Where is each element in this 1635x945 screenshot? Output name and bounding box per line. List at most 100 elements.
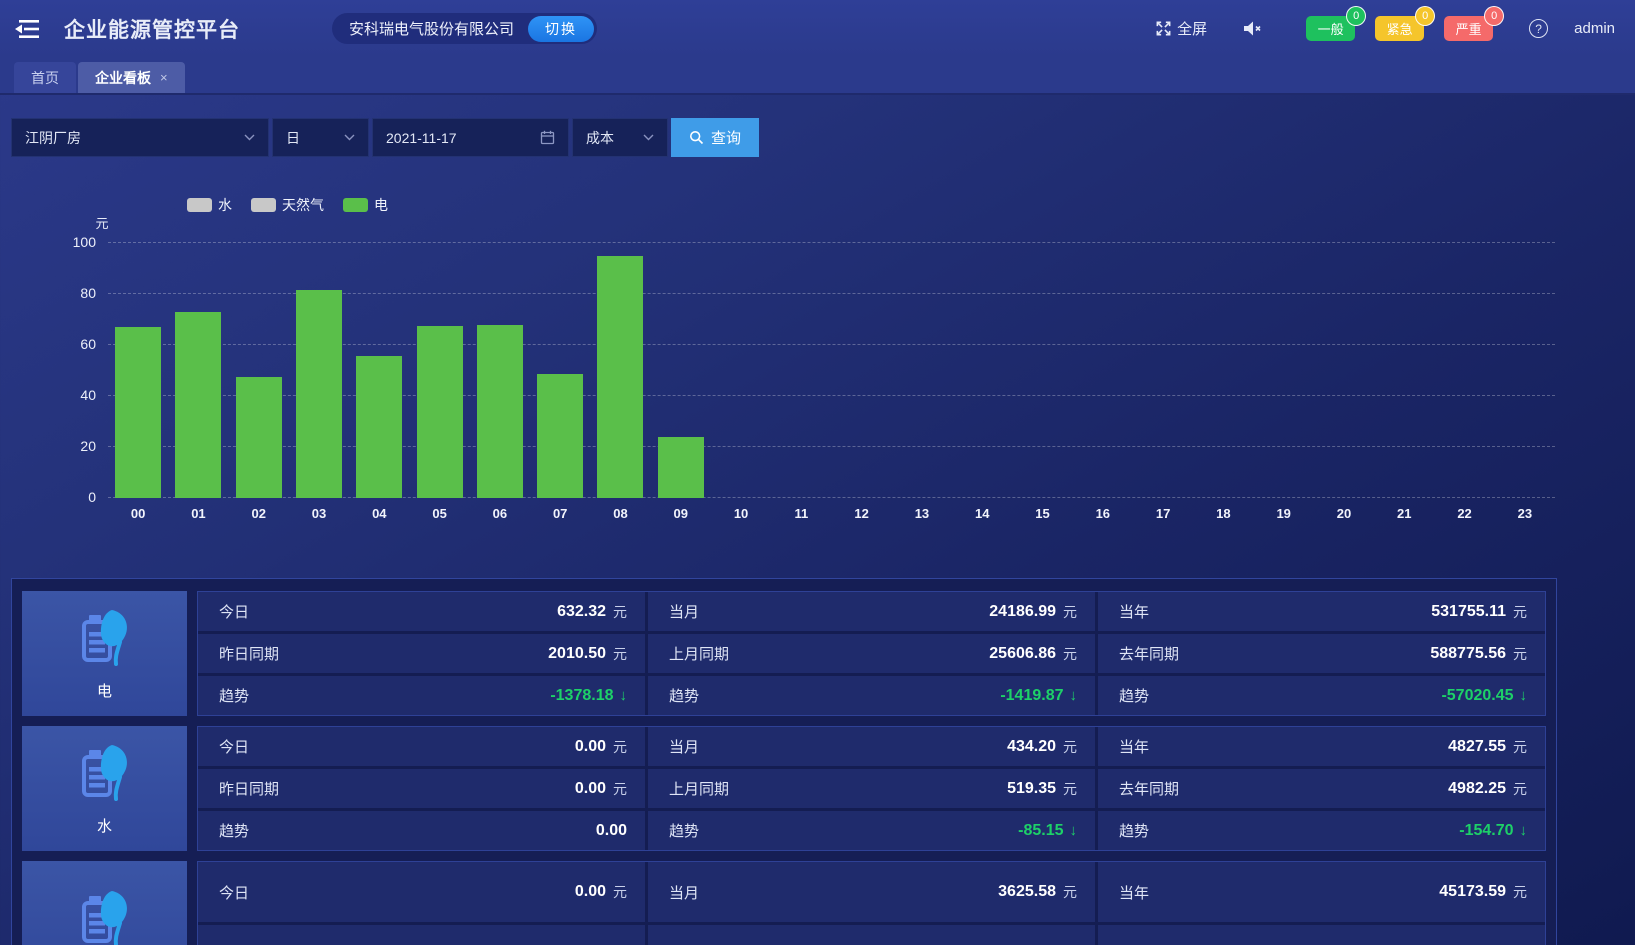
energy-stats-table: 今日0.00元当月3625.58元当年45173.59元: [197, 861, 1546, 945]
tab-home[interactable]: 首页: [14, 62, 76, 93]
bar-hour-08: [597, 256, 643, 498]
bar-hour-02: [236, 377, 282, 498]
stats-cell: 当月24186.99元: [648, 592, 1095, 631]
x-tick-label: 08: [590, 506, 650, 524]
legend-swatch-icon: [187, 198, 212, 212]
x-tick-label: 03: [289, 506, 349, 524]
stat-value: -1378.18: [550, 687, 613, 705]
legend-item-水[interactable]: 水: [187, 195, 232, 215]
stats-cell: 趋势-1378.18↓: [198, 676, 645, 715]
stats-cell: 趋势-85.15↓: [648, 811, 1095, 850]
stat-value: 25606.86: [989, 645, 1056, 663]
x-tick-label: 11: [771, 506, 831, 524]
stat-unit: 元: [613, 644, 627, 664]
help-icon[interactable]: ?: [1529, 19, 1548, 38]
energy-summary-panel: 电今日632.32元昨日同期2010.50元趋势-1378.18↓当月24186…: [11, 578, 1557, 945]
stats-cell: 昨日同期2010.50元: [198, 634, 645, 673]
stat-label: 趋势: [669, 820, 699, 841]
stats-column: 当月 3625.58 元: [648, 862, 1095, 945]
legend-item-电[interactable]: 电: [343, 195, 388, 215]
user-menu[interactable]: admin: [1574, 20, 1615, 37]
company-switcher: 安科瑞电气股份有限公司 切换: [332, 13, 597, 44]
bar-hour-05: [417, 326, 463, 498]
sidebar-collapse-icon[interactable]: [14, 17, 42, 41]
chevron-down-icon: [631, 134, 654, 141]
metric-select[interactable]: 成本: [572, 118, 668, 157]
legend-item-天然气[interactable]: 天然气: [251, 195, 324, 215]
period-select-value: 日: [286, 128, 300, 148]
stat-value: 3625.58: [998, 883, 1056, 901]
stat-unit: 元: [1063, 779, 1077, 799]
stat-label: 趋势: [219, 685, 249, 706]
y-tick-label: 60: [56, 336, 96, 352]
tab-close-icon[interactable]: ×: [160, 70, 168, 85]
header-right: 全屏 一般 0 紧急 0 严重 0 ? admin: [1155, 16, 1615, 41]
tab-enterprise-board[interactable]: 企业看板 ×: [78, 62, 185, 93]
stat-value: 519.35: [1007, 780, 1056, 798]
mute-button[interactable]: [1243, 20, 1262, 37]
stat-label: 当年: [1119, 736, 1149, 757]
stat-label: 昨日同期: [219, 643, 279, 664]
stat-label: 趋势: [669, 685, 699, 706]
stat-unit: 元: [1513, 602, 1527, 622]
tab-label: 企业看板: [95, 68, 151, 88]
stat-value: 434.20: [1007, 738, 1056, 756]
stat-unit: 元: [613, 737, 627, 757]
trend-down-arrow-icon: ↓: [1520, 687, 1528, 704]
y-tick-label: 100: [56, 234, 96, 250]
x-tick-label: 16: [1073, 506, 1133, 524]
alarm-pill-general[interactable]: 一般 0: [1306, 16, 1355, 41]
x-tick-label: 05: [409, 506, 469, 524]
x-tick-label: 14: [952, 506, 1012, 524]
fullscreen-icon: [1155, 20, 1172, 37]
alarm-count-badge: 0: [1484, 6, 1504, 26]
stat-label: 当年: [1119, 882, 1149, 903]
legend-label: 电: [374, 195, 388, 215]
stat-unit: 元: [1513, 882, 1527, 902]
x-tick-label: 17: [1133, 506, 1193, 524]
x-tick-label: 02: [229, 506, 289, 524]
stat-label: 趋势: [1119, 685, 1149, 706]
stats-cell: 上月同期519.35元: [648, 769, 1095, 808]
stat-value: 24186.99: [989, 603, 1056, 621]
switch-company-button[interactable]: 切换: [528, 16, 594, 42]
query-button[interactable]: 查询: [671, 118, 759, 157]
site-select[interactable]: 江阴厂房: [11, 118, 269, 157]
battery-leaf-icon: [74, 741, 136, 803]
alarm-pill-urgent[interactable]: 紧急 0: [1375, 16, 1424, 41]
stats-column: 当月24186.99元上月同期25606.86元趋势-1419.87↓: [648, 592, 1095, 715]
energy-type-card: [22, 861, 187, 945]
stat-label: 昨日同期: [219, 778, 279, 799]
period-select[interactable]: 日: [272, 118, 369, 157]
alarm-pill-label: 严重: [1456, 19, 1482, 38]
x-tick-label: 21: [1374, 506, 1434, 524]
date-picker[interactable]: 2021-11-17: [372, 118, 569, 157]
fullscreen-label: 全屏: [1177, 18, 1207, 39]
stats-column: 今日632.32元昨日同期2010.50元趋势-1378.18↓: [198, 592, 645, 715]
stat-value: -154.70: [1459, 822, 1513, 840]
bar-hour-06: [477, 325, 523, 498]
trend-down-arrow-icon: ↓: [1070, 822, 1078, 839]
x-tick-label: 15: [1012, 506, 1072, 524]
battery-leaf-icon: [74, 887, 136, 945]
x-tick-label: 18: [1193, 506, 1253, 524]
stats-column: 今日0.00元昨日同期0.00元趋势0.00: [198, 727, 645, 850]
page-title: 企业能源管控平台: [64, 14, 240, 44]
fullscreen-button[interactable]: 全屏: [1155, 18, 1207, 39]
stat-label: 今日: [219, 601, 249, 622]
energy-row-3: 今日0.00元当月3625.58元当年45173.59元: [22, 861, 1546, 945]
stat-value: 0.00: [575, 738, 606, 756]
stat-unit: 元: [613, 602, 627, 622]
stat-label: 当月: [669, 736, 699, 757]
energy-row-电: 电今日632.32元昨日同期2010.50元趋势-1378.18↓当月24186…: [22, 591, 1546, 716]
bar-hour-09: [658, 437, 704, 498]
date-value: 2021-11-17: [386, 130, 457, 146]
bar-hour-03: [296, 290, 342, 498]
alarm-pill-severe[interactable]: 严重 0: [1444, 16, 1493, 41]
x-tick-label: 06: [470, 506, 530, 524]
stat-label: 当月: [669, 882, 699, 903]
company-name: 安科瑞电气股份有限公司: [349, 18, 514, 39]
stat-unit: 元: [1063, 882, 1077, 902]
trend-down-arrow-icon: ↓: [1520, 822, 1528, 839]
energy-stats-table: 今日0.00元昨日同期0.00元趋势0.00当月434.20元上月同期519.3…: [197, 726, 1546, 851]
